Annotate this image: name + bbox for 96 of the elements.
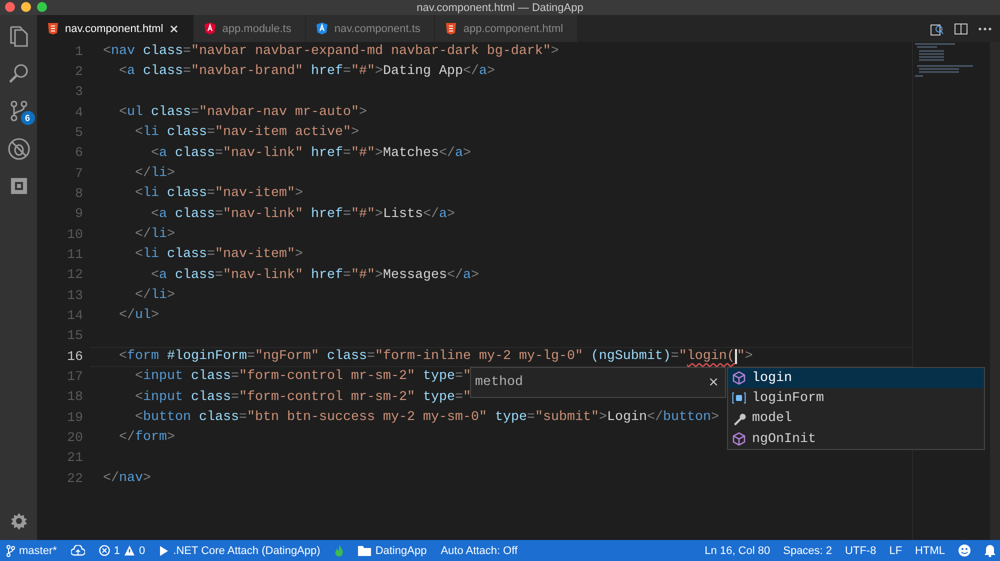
line-number: 8 <box>74 186 84 202</box>
code-line[interactable]: <a class="nav-link" href="#">Matches</a> <box>103 144 471 163</box>
status-item[interactable]: UTF-8 <box>845 544 876 556</box>
error-icon <box>98 545 110 556</box>
code-line[interactable]: </li> <box>103 287 175 306</box>
code-line[interactable]: <input class="form-control mr-sm-2" type=" <box>103 388 471 407</box>
line-number: 18 <box>66 390 84 406</box>
minimize-window-button[interactable] <box>21 2 31 12</box>
cube-icon <box>732 371 746 386</box>
shield-icon <box>204 22 216 35</box>
notifications-button[interactable] <box>984 544 996 557</box>
bell-icon <box>984 544 996 557</box>
badge: 6 <box>20 111 34 125</box>
line-number: 13 <box>66 288 84 304</box>
tab[interactable]: app.module.ts <box>194 15 306 42</box>
status-item[interactable]: HTML <box>915 544 945 556</box>
code-line[interactable]: </ul> <box>103 307 159 326</box>
folder-icon <box>358 545 372 556</box>
code-line[interactable]: <button class="btn btn-success my-2 my-sm-0" type="submit">Login</button> <box>103 409 719 428</box>
code-line[interactable]: <ul class="navbar-nav mr-auto"> <box>103 104 367 122</box>
cube-icon <box>732 432 746 446</box>
line-number: 1 <box>74 44 84 60</box>
wrench-icon <box>732 412 746 426</box>
extensions-icon[interactable] <box>8 176 28 196</box>
code-line[interactable]: <li class="nav-item active"> <box>103 124 359 142</box>
window-title: nav.component.html — DatingApp <box>416 2 584 14</box>
line-number: 7 <box>74 166 84 182</box>
line-number: 11 <box>66 248 84 263</box>
html-file-icon <box>445 22 458 35</box>
close-window-button[interactable] <box>5 2 15 12</box>
line-number: 19 <box>66 410 84 426</box>
code-line[interactable]: </form> <box>103 429 175 448</box>
suggestion-item[interactable]: ngOnInit <box>728 428 984 450</box>
smiley-icon <box>958 544 971 557</box>
tab[interactable]: nav.component.ts <box>306 15 436 42</box>
line-number: 2 <box>74 64 84 80</box>
search-icon[interactable] <box>8 63 30 85</box>
suggestion-item[interactable]: loginForm <box>728 388 984 409</box>
settings-icon[interactable] <box>10 512 28 530</box>
variable-icon <box>732 391 746 406</box>
code-line[interactable]: <a class="nav-link" href="#">Messages</a> <box>103 266 479 285</box>
details-text: method <box>475 375 523 390</box>
code-line[interactable]: <a class="nav-link" href="#">Lists</a> <box>103 206 455 224</box>
zoom-window-button[interactable] <box>37 2 47 12</box>
folder-button[interactable]: DatingApp <box>358 544 427 556</box>
suggestion-item[interactable]: model <box>728 408 984 429</box>
debug-button[interactable]: .NET Core Attach (DatingApp) <box>159 544 320 556</box>
line-number: 4 <box>74 106 84 121</box>
close-details-button[interactable]: × <box>708 375 719 390</box>
code-line[interactable]: </li> <box>103 226 175 244</box>
line-number: 16 <box>66 350 84 365</box>
line-number: 12 <box>66 268 84 284</box>
suggestion-item[interactable]: login <box>728 368 984 388</box>
line-number: 3 <box>74 85 84 100</box>
line-number: 22 <box>66 472 84 487</box>
line-number: 10 <box>66 228 84 243</box>
line-number: 14 <box>66 308 84 324</box>
line-number: 6 <box>74 146 84 162</box>
code-line[interactable]: <input class="form-control mr-sm-2" type=" <box>103 368 471 386</box>
close-icon <box>169 24 180 34</box>
scrollbar[interactable] <box>990 42 1000 540</box>
code-line[interactable]: <a class="navbar-brand" href="#">Dating App</a> <box>103 63 495 82</box>
shield-icon <box>316 22 328 35</box>
warning-icon <box>124 545 136 556</box>
code-line[interactable]: </li> <box>103 165 175 184</box>
status-item[interactable]: LF <box>889 544 902 556</box>
line-number: 21 <box>66 451 84 466</box>
html-file-icon <box>47 22 59 35</box>
code-line[interactable]: <li class="nav-item"> <box>103 246 303 264</box>
branch-icon <box>6 544 15 556</box>
line-number: 20 <box>66 430 84 446</box>
tab[interactable]: app.component.html <box>435 15 578 42</box>
source-control-icon[interactable] <box>8 100 28 122</box>
line-number: 15 <box>66 329 84 344</box>
no-bug-icon[interactable] <box>6 137 30 161</box>
split-editor-icon[interactable] <box>954 22 968 36</box>
play-icon <box>159 544 170 556</box>
code-line[interactable]: <li class="nav-item"> <box>103 185 303 204</box>
sync-button[interactable] <box>70 544 85 556</box>
code-line[interactable]: <nav class="navbar navbar-expand-md navbar-dark bg-dark"> <box>103 43 559 62</box>
files-icon[interactable] <box>8 26 28 48</box>
code-line[interactable]: <form #loginForm="ngForm" class="form-inline my-2 my-lg-0" (ngSubmit)="login("> <box>103 348 753 366</box>
tab[interactable]: nav.component.html <box>37 15 194 42</box>
feedback-button[interactable] <box>958 544 971 557</box>
status-item[interactable]: Auto Attach: Off <box>440 544 518 556</box>
line-number: 5 <box>74 126 84 141</box>
compare-icon[interactable] <box>930 22 944 36</box>
line-number: 9 <box>74 207 84 222</box>
branch-button[interactable]: master* <box>6 544 57 556</box>
status-item[interactable]: Spaces: 2 <box>783 544 832 556</box>
problems-button[interactable]: 1 0 <box>98 544 146 556</box>
code-line[interactable]: </nav> <box>103 470 151 488</box>
status-item[interactable]: Ln 16, Col 80 <box>704 544 770 556</box>
cloud-icon <box>70 544 85 556</box>
flame-icon <box>334 544 344 556</box>
line-number: 17 <box>66 370 84 385</box>
